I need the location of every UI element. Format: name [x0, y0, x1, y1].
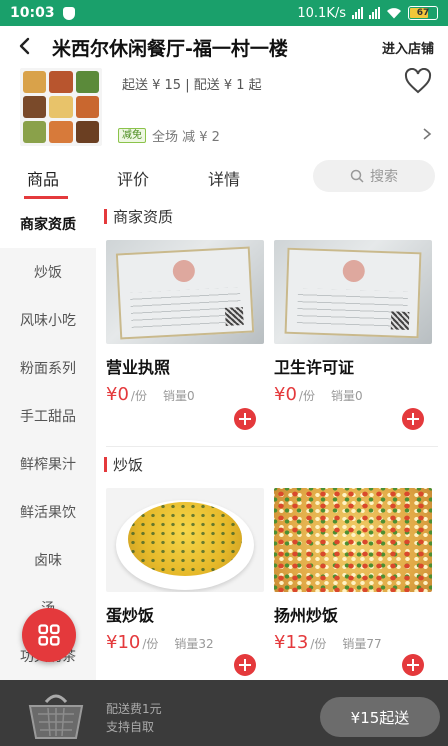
product-sales: 销量0 — [330, 389, 363, 403]
promo-badge: 减免 — [118, 128, 146, 143]
product-name: 卫生许可证 — [274, 358, 355, 377]
header: 米西尔休闲餐厅-福一村一楼 进入店铺 — [0, 26, 448, 66]
delivery-fee: 配送费1元 — [106, 702, 162, 716]
grid-menu-icon — [38, 624, 60, 646]
section-divider — [106, 446, 438, 447]
cart-basket-icon[interactable] — [24, 688, 88, 744]
sidebar-item-desserts[interactable]: 手工甜品 — [0, 392, 96, 440]
product-name: 扬州炒饭 — [274, 606, 339, 625]
section-title: 炒饭 — [113, 456, 144, 474]
product-name: 营业执照 — [106, 358, 171, 377]
product-card[interactable]: 卫生许可证 ¥0 /份 销量0 — [274, 240, 432, 405]
network-speed: 10.1K/s — [297, 5, 346, 21]
price-row: ¥0 /份 销量0 — [106, 384, 264, 405]
sidebar-item-snacks[interactable]: 风味小吃 — [0, 296, 96, 344]
sidebar-item-fried-rice[interactable]: 炒饭 — [0, 248, 96, 296]
product-list: 商家资质 营业执照 ¥0 /份 销量0 卫生许可证 ¥0 /份 销量0 炒饭 蛋… — [96, 200, 448, 680]
product-name: 蛋炒饭 — [106, 606, 155, 625]
heart-icon[interactable] — [404, 68, 432, 94]
add-to-cart-button[interactable] — [402, 654, 424, 676]
enter-store-link[interactable]: 进入店铺 — [382, 38, 434, 57]
battery-icon: 67 — [408, 6, 438, 20]
sidebar-item-braised[interactable]: 卤味 — [0, 536, 96, 584]
shield-icon — [62, 6, 75, 20]
promo-row[interactable]: 减免 全场 减 ¥ 2 — [118, 126, 220, 145]
section-header: 炒饭 — [104, 454, 143, 475]
delivery-info: 起送 ¥ 15 | 配送 ¥ 1 起 — [122, 78, 262, 93]
back-icon[interactable] — [16, 37, 34, 55]
price-row: ¥13 /份 销量77 — [274, 632, 432, 653]
status-time: 10:03 — [10, 5, 55, 21]
product-photo[interactable] — [274, 240, 432, 344]
search-placeholder: 搜索 — [370, 169, 398, 185]
product-sales: 销量32 — [174, 637, 214, 651]
product-unit: /份 — [142, 637, 159, 651]
product-card[interactable]: 扬州炒饭 ¥13 /份 销量77 — [274, 488, 432, 653]
add-to-cart-button[interactable] — [234, 408, 256, 430]
wifi-icon — [387, 8, 401, 19]
signal-icon — [352, 7, 363, 19]
product-sales: 销量0 — [162, 389, 195, 403]
battery-level: 67 — [416, 8, 430, 18]
store-thumbnail[interactable] — [20, 68, 102, 146]
promo-text: 全场 减 ¥ 2 — [152, 130, 220, 145]
product-price: ¥0 — [106, 384, 129, 405]
search-input[interactable]: 搜索 — [313, 160, 435, 192]
product-price: ¥13 — [274, 632, 309, 653]
product-price: ¥10 — [106, 632, 141, 653]
status-right: 10.1K/s 67 — [297, 6, 438, 21]
category-menu-button[interactable] — [22, 608, 76, 662]
product-price: ¥0 — [274, 384, 297, 405]
tab-details[interactable]: 详情 — [208, 166, 240, 190]
signal-icon-2 — [369, 7, 380, 19]
price-row: ¥10 /份 销量32 — [106, 632, 264, 653]
price-row: ¥0 /份 销量0 — [274, 384, 432, 405]
sidebar-item-qualification[interactable]: 商家资质 — [0, 200, 96, 248]
product-card[interactable]: 营业执照 ¥0 /份 销量0 — [106, 240, 264, 405]
product-unit: /份 — [310, 637, 327, 651]
tab-reviews[interactable]: 评价 — [117, 166, 149, 190]
product-unit: /份 — [298, 389, 315, 403]
add-to-cart-button[interactable] — [402, 408, 424, 430]
tab-active-indicator — [24, 196, 68, 199]
product-photo[interactable] — [274, 488, 432, 592]
sidebar-item-noodles[interactable]: 粉面系列 — [0, 344, 96, 392]
add-to-cart-button[interactable] — [234, 654, 256, 676]
section-header: 商家资质 — [104, 206, 173, 227]
page-title: 米西尔休闲餐厅-福一村一楼 — [52, 38, 288, 60]
sidebar-item-fruit-drinks[interactable]: 鲜活果饮 — [0, 488, 96, 536]
checkout-button[interactable]: ¥15起送 — [320, 697, 440, 737]
search-icon — [350, 169, 364, 183]
section-title: 商家资质 — [113, 208, 174, 226]
sidebar-item-fresh-juice[interactable]: 鲜榨果汁 — [0, 440, 96, 488]
product-photo[interactable] — [106, 488, 264, 592]
product-unit: /份 — [130, 389, 147, 403]
status-bar: 10:03 10.1K/s 67 — [0, 0, 448, 26]
tab-products[interactable]: 商品 — [27, 166, 59, 190]
product-card[interactable]: 蛋炒饭 ¥10 /份 销量32 — [106, 488, 264, 653]
pickup-note: 支持自取 — [106, 720, 155, 734]
chevron-right-icon[interactable] — [422, 128, 432, 140]
product-sales: 销量77 — [342, 637, 382, 651]
product-photo[interactable] — [106, 240, 264, 344]
